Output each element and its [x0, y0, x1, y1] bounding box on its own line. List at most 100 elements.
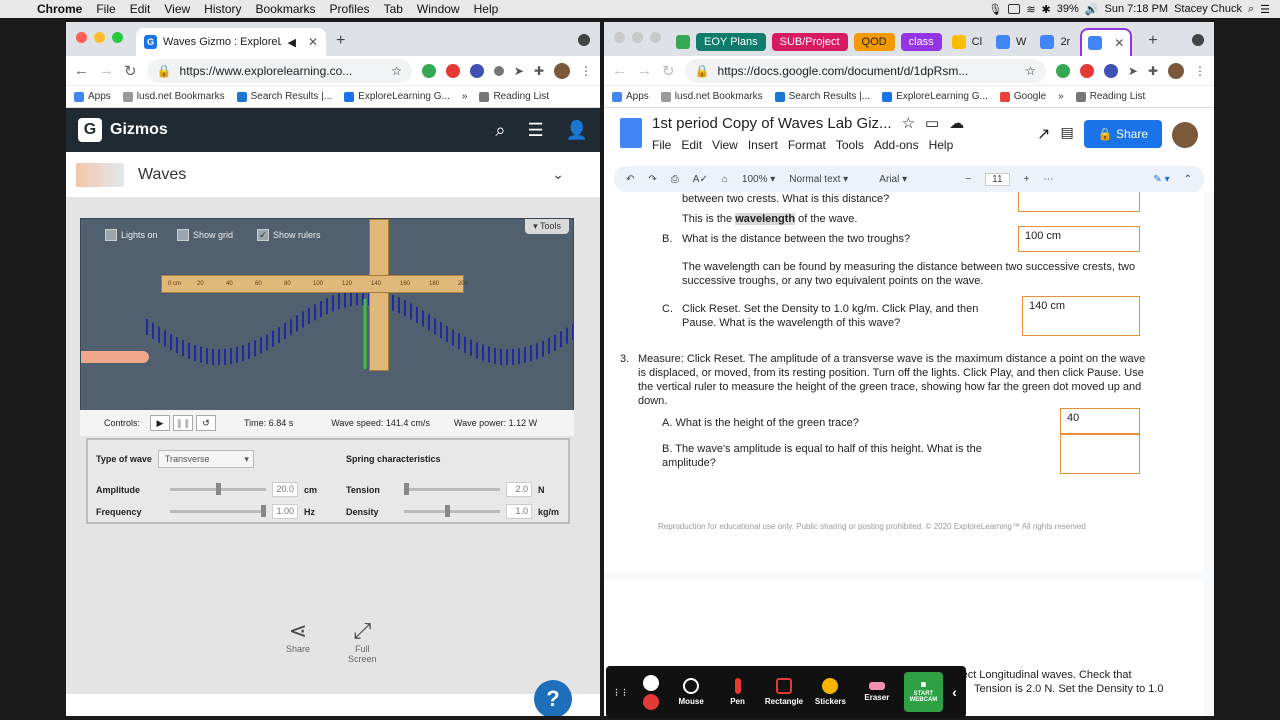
menubar-user[interactable]: Stacey Chuck — [1174, 3, 1242, 15]
zoom-icon[interactable] — [1008, 4, 1021, 14]
menu-window[interactable]: Window — [410, 2, 467, 16]
bookmark-apps[interactable]: Apps — [612, 91, 649, 102]
chevron-down-icon[interactable]: ⌄ — [552, 166, 564, 183]
amplitude-input[interactable]: 20.0 — [272, 482, 298, 497]
collapse-toolbar-icon[interactable]: ⌃ — [1184, 174, 1192, 185]
answer-box-3a[interactable]: 40 — [1060, 408, 1140, 434]
docs-menu-file[interactable]: File — [652, 138, 671, 152]
forward-icon[interactable]: → — [99, 62, 114, 79]
frequency-input[interactable]: 1.00 — [272, 504, 298, 519]
reading-list[interactable]: Reading List — [479, 91, 549, 102]
share-button[interactable]: ⋖ Share — [286, 618, 310, 664]
extension-red-icon[interactable] — [1079, 63, 1094, 78]
bookmark-explorelearning[interactable]: ExploreLearning G... — [344, 91, 450, 102]
answer-box-c[interactable]: 140 cm — [1022, 296, 1140, 336]
tab-cl[interactable]: Cl — [948, 33, 986, 51]
url-field[interactable]: 🔒 https://www.explorelearning.co... ☆ — [146, 58, 412, 83]
bookmark-lusd[interactable]: lusd.net Bookmarks — [122, 91, 225, 102]
bookmark-lusd[interactable]: lusd.net Bookmarks — [660, 91, 763, 102]
forward-icon[interactable]: → — [637, 62, 652, 79]
font-size-input[interactable]: 11 — [985, 172, 1010, 186]
tab-waves-gizmo[interactable]: G Waves Gizmo : ExploreLea ◀ ✕ — [136, 28, 326, 56]
bookmark-apps[interactable]: Apps — [74, 91, 111, 102]
volume-icon[interactable]: 🔊 — [1085, 3, 1099, 16]
menu-bookmarks[interactable]: Bookmarks — [249, 2, 323, 16]
menu-app-name[interactable]: Chrome — [30, 2, 89, 16]
star-icon[interactable]: ☆ — [902, 114, 915, 132]
microphone-icon[interactable]: 🎙 — [988, 3, 1002, 16]
slider-knob[interactable] — [404, 483, 409, 495]
tab-search-icon[interactable] — [578, 34, 590, 46]
menu-edit[interactable]: Edit — [123, 2, 158, 16]
reading-list[interactable]: Reading List — [1075, 91, 1145, 102]
bookmark-star-icon[interactable]: ☆ — [391, 64, 402, 78]
spellcheck-icon[interactable]: A✓ — [693, 174, 708, 185]
bookmark-search-results[interactable]: Search Results |... — [236, 91, 332, 102]
close-tab-icon[interactable]: ✕ — [1114, 36, 1124, 50]
spotlight-icon[interactable]: ⌕ — [1248, 3, 1254, 16]
extension-pin-icon[interactable] — [493, 65, 504, 76]
hamburger-menu-icon[interactable]: ☰ — [527, 120, 543, 141]
back-icon[interactable]: ← — [612, 62, 627, 79]
zoom-tool-pen[interactable]: Pen — [714, 678, 760, 706]
pause-button[interactable]: ❚❚ — [173, 415, 194, 431]
collapse-toolbar-button[interactable]: ‹ — [943, 684, 966, 700]
google-docs-logo-icon[interactable] — [620, 118, 642, 148]
extensions-puzzle-icon[interactable]: ✚ — [534, 64, 544, 78]
activity-trend-icon[interactable]: ↗ — [1037, 124, 1050, 144]
menu-history[interactable]: History — [197, 2, 248, 16]
wifi-icon[interactable]: ≋ — [1026, 3, 1035, 16]
docs-menu-format[interactable]: Format — [788, 138, 826, 152]
extension-cursor-icon[interactable]: ➤ — [1128, 64, 1138, 78]
extension-cursor-icon[interactable]: ➤ — [514, 64, 524, 78]
share-button[interactable]: 🔒 Share — [1083, 120, 1162, 148]
control-center-icon[interactable]: ☰ — [1260, 3, 1270, 16]
print-icon[interactable]: ⎙ — [671, 174, 679, 185]
slider-knob[interactable] — [215, 483, 221, 495]
zoom-drag-handle[interactable]: ⋮⋮ — [606, 688, 635, 697]
zoom-tool-stickers[interactable]: Stickers — [807, 678, 853, 706]
bluetooth-icon[interactable]: ✱ — [1042, 3, 1051, 16]
docs-menu-addons[interactable]: Add-ons — [874, 138, 919, 152]
stop-share-icon[interactable] — [643, 693, 660, 710]
user-account-icon[interactable]: 👤 — [566, 120, 588, 141]
extension-grammarly-icon[interactable] — [1055, 63, 1070, 78]
type-of-wave-select[interactable]: Transverse ▾ — [157, 450, 254, 468]
docs-menu-insert[interactable]: Insert — [748, 138, 778, 152]
search-icon[interactable]: ⌕ — [495, 120, 505, 141]
undo-icon[interactable]: ↶ — [626, 174, 634, 185]
tab-group-class[interactable]: class — [900, 33, 942, 51]
tension-input[interactable]: 2.0 — [506, 482, 532, 497]
tab-2r[interactable]: 2r — [1036, 33, 1074, 51]
full-screen-button[interactable]: ⤢ Full Screen — [348, 618, 377, 664]
menu-help[interactable]: Help — [467, 2, 506, 16]
extension-red-icon[interactable] — [445, 63, 460, 78]
extension-grammarly-icon[interactable] — [421, 63, 436, 78]
url-field[interactable]: 🔒 https://docs.google.com/document/d/1dp… — [684, 58, 1046, 83]
slider-knob[interactable] — [444, 505, 450, 517]
cloud-saved-icon[interactable]: ☁ — [949, 114, 964, 132]
zoom-tool-mouse[interactable]: Mouse — [668, 678, 714, 706]
menu-file[interactable]: File — [89, 2, 122, 16]
tab-group-eoy-plans[interactable]: EOY Plans — [696, 33, 766, 51]
reset-button[interactable]: ↺ — [196, 415, 217, 431]
minimize-window-button[interactable] — [94, 32, 105, 43]
zoom-pause-stop[interactable] — [635, 674, 668, 710]
tab-group-sub-project[interactable]: SUB/Project — [771, 33, 848, 51]
start-webcam-button[interactable]: ▣ START WEBCAM — [904, 672, 943, 712]
menu-view[interactable]: View — [157, 2, 197, 16]
slider-knob[interactable] — [261, 505, 266, 517]
document-page[interactable]: between two crests. What is this distanc… — [604, 192, 1204, 572]
gizmos-logo-icon[interactable]: G — [78, 118, 102, 142]
reload-icon[interactable]: ↻ — [662, 62, 675, 80]
decrease-font-size-button[interactable]: − — [965, 174, 971, 185]
move-folder-icon[interactable]: ▭ — [925, 114, 939, 132]
docs-menu-help[interactable]: Help — [929, 138, 954, 152]
tab-active-doc[interactable]: ✕ — [1080, 28, 1133, 56]
extensions-puzzle-icon[interactable]: ✚ — [1148, 64, 1158, 78]
tab-group-qod[interactable]: QOD — [853, 33, 895, 51]
wave-simulation[interactable]: Lights on Show grid ✓ Show rulers ▾ Tools… — [80, 218, 574, 420]
bookmarks-overflow[interactable]: » — [462, 91, 468, 102]
zoom-select[interactable]: 100% ▾ — [742, 174, 775, 185]
play-button[interactable]: ▶ — [150, 415, 171, 431]
